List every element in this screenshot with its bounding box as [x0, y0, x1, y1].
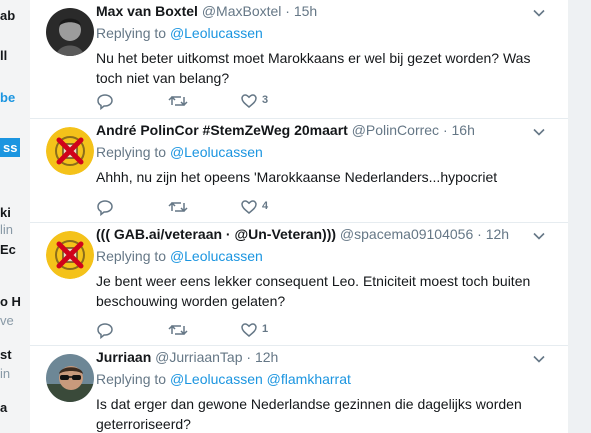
sidebar-text-fragment: ab: [0, 8, 16, 23]
tweet[interactable]: ((( GAB.ai/veteraan · @Un-Veteran))) @sp…: [30, 223, 568, 346]
display-name[interactable]: André PolinCor #StemZeWeg 20maart: [96, 122, 348, 138]
tweet-text: Ahhh, nu zijn het opeens 'Marokkaanse Ne…: [96, 169, 498, 185]
timestamp[interactable]: 15h: [294, 3, 317, 19]
like-count: 4: [262, 200, 269, 212]
mention-link[interactable]: @Leolucassen: [170, 25, 263, 41]
user-handle[interactable]: @MaxBoxtel: [202, 3, 282, 19]
tweet-text: Je bent weer eens lekker consequent Leo.…: [96, 273, 531, 309]
tweet[interactable]: André PolinCor #StemZeWeg 20maart @Polin…: [30, 119, 568, 223]
sidebar-text-fragment: in: [0, 366, 11, 381]
sidebar-text-fragment: a: [0, 400, 8, 415]
like-button[interactable]: 4: [240, 198, 268, 218]
user-handle[interactable]: @PolinCorrec: [352, 122, 439, 138]
left-sidebar-fragment: ab ll be ss ki lin Ec o H ve st in a: [0, 0, 30, 433]
mention-link[interactable]: @Leolucassen: [170, 248, 263, 264]
chevron-down-icon[interactable]: [532, 229, 546, 243]
avatar[interactable]: [46, 354, 94, 402]
sidebar-text-fragment: ve: [0, 313, 14, 328]
tweet-header: ((( GAB.ai/veteraan · @Un-Veteran))) @sp…: [96, 226, 509, 242]
sidebar-text-fragment: ll: [0, 48, 8, 63]
replying-to: Replying to @Leolucassen: [96, 248, 263, 264]
reply-icon: [97, 200, 113, 216]
separator: ·: [477, 226, 482, 242]
retweet-icon: [168, 324, 188, 336]
sidebar-text-fragment: lin: [0, 222, 14, 237]
tweet-header: Jurriaan @JurriaanTap · 12h: [96, 349, 278, 365]
like-icon: [241, 200, 257, 214]
sidebar-text-fragment: o H: [0, 294, 21, 309]
tweet[interactable]: Max van Boxtel @MaxBoxtel · 15h Replying…: [30, 0, 568, 119]
separator: ·: [285, 3, 290, 19]
scroll-handle[interactable]: [568, 0, 591, 433]
replying-label: Replying to: [96, 25, 167, 41]
like-icon: [241, 323, 257, 337]
mention-link[interactable]: @Leolucassen: [170, 144, 263, 160]
reply-button[interactable]: [96, 92, 114, 112]
avatar[interactable]: [46, 127, 94, 175]
sidebar-text-fragment: Ec: [0, 242, 16, 257]
sidebar-text-fragment: ki: [0, 205, 11, 220]
tweet-header: André PolinCor #StemZeWeg 20maart @Polin…: [96, 122, 475, 138]
replying-to: Replying to @Leolucassen @flamkharrat: [96, 371, 351, 387]
user-handle[interactable]: @spacema09104056: [340, 226, 473, 242]
display-name[interactable]: Max van Boxtel: [96, 3, 198, 19]
retweet-button[interactable]: [168, 92, 188, 112]
replying-to: Replying to @Leolucassen: [96, 144, 263, 160]
tweet[interactable]: Jurriaan @JurriaanTap · 12h Replying to …: [30, 346, 568, 433]
sidebar-text-fragment: ss: [0, 138, 21, 157]
reply-button[interactable]: [96, 198, 114, 218]
tweet-text: Is dat erger dan gewone Nederlandse gezi…: [96, 396, 522, 432]
like-count: 3: [262, 94, 269, 106]
user-handle[interactable]: @JurriaanTap: [155, 349, 242, 365]
timestamp[interactable]: 12h: [255, 349, 278, 365]
like-button[interactable]: 3: [240, 92, 268, 112]
retweet-icon: [168, 95, 188, 107]
avatar[interactable]: [46, 8, 94, 56]
separator: ·: [246, 349, 252, 365]
tweet-text: Nu het beter uitkomst moet Marokkaans er…: [96, 50, 531, 86]
replying-to: Replying to @Leolucassen: [96, 25, 263, 41]
replying-label: Replying to: [96, 248, 167, 264]
sidebar-text-fragment: be: [0, 90, 16, 105]
replying-label: Replying to: [96, 371, 167, 387]
reply-icon: [97, 94, 113, 110]
display-name[interactable]: ((( GAB.ai/veteraan · @Un-Veteran))): [96, 226, 336, 242]
timestamp[interactable]: 16h: [452, 122, 475, 138]
retweet-button[interactable]: [168, 198, 188, 218]
chevron-down-icon[interactable]: [532, 125, 546, 139]
mention-link[interactable]: @flamkharrat: [267, 371, 351, 387]
tweet-header: Max van Boxtel @MaxBoxtel · 15h: [96, 3, 317, 19]
sidebar-text-fragment: st: [0, 347, 12, 362]
like-icon: [241, 94, 257, 108]
reply-button[interactable]: [96, 321, 114, 341]
replying-label: Replying to: [96, 144, 167, 160]
mention-link[interactable]: @Leolucassen: [170, 371, 263, 387]
separator: ·: [442, 122, 448, 138]
retweet-button[interactable]: [168, 321, 188, 341]
retweet-icon: [168, 201, 188, 213]
timestamp[interactable]: 12h: [486, 226, 509, 242]
reply-icon: [97, 323, 113, 339]
chevron-down-icon[interactable]: [532, 6, 546, 20]
avatar[interactable]: [46, 231, 94, 279]
reply-feed: Max van Boxtel @MaxBoxtel · 15h Replying…: [30, 0, 568, 433]
chevron-down-icon[interactable]: [532, 352, 546, 366]
like-button[interactable]: 1: [240, 321, 268, 341]
display-name[interactable]: Jurriaan: [96, 349, 151, 365]
like-count: 1: [262, 323, 269, 335]
